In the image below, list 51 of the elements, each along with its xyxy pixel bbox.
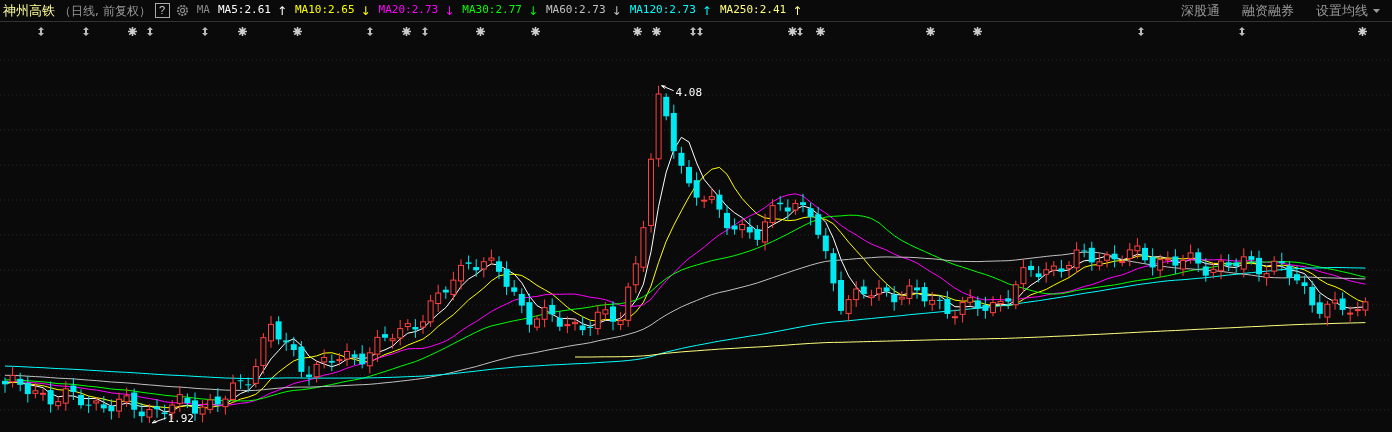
settings-icon[interactable] — [175, 4, 189, 17]
event-arrow-icon[interactable] — [422, 27, 428, 36]
event-star-icon[interactable] — [128, 27, 137, 36]
trend-arrow: ↑ — [276, 2, 287, 20]
event-arrow-icon[interactable] — [367, 27, 373, 36]
moving-average-value: MA120:2.73 — [629, 2, 696, 19]
event-arrow-icon[interactable] — [697, 27, 703, 36]
moving-average-value: MA60:2.73 — [545, 2, 606, 19]
event-star-icon[interactable] — [476, 27, 485, 36]
help-button[interactable]: ? — [154, 3, 170, 18]
event-arrow-icon[interactable] — [202, 27, 208, 36]
chart-mode-label: （日线, 前复权） — [59, 2, 151, 20]
event-star-icon[interactable] — [531, 27, 540, 36]
event-star-icon[interactable] — [633, 27, 642, 36]
moving-average-value: MA20:2.73 — [378, 2, 439, 19]
price-low-label: 1.92 — [167, 411, 194, 425]
moving-average-value: MA30:2.77 — [462, 2, 522, 19]
stock-title: 神州高铁 — [3, 1, 55, 20]
trend-arrow: ↓ — [611, 2, 622, 20]
moving-average-value: MA5:2.61 — [217, 2, 271, 19]
trend-arrow: ↓ — [360, 2, 371, 20]
toolbar-link[interactable]: 融资融券 — [1242, 0, 1294, 21]
caret-icon — [1373, 8, 1380, 13]
event-star-icon[interactable] — [402, 27, 411, 36]
trend-arrow: ↓ — [444, 2, 455, 20]
event-star-icon[interactable] — [238, 27, 247, 36]
settings-dropdown[interactable]: 设置均线 — [1316, 0, 1380, 21]
event-arrow-icon[interactable] — [38, 27, 44, 36]
event-star-icon[interactable] — [973, 27, 982, 36]
event-star-icon[interactable] — [788, 27, 797, 36]
moving-average-value: MA250:2.41 — [719, 2, 787, 19]
leader-line — [151, 417, 167, 424]
event-arrow-icon[interactable] — [83, 27, 89, 36]
indicator-label: MA — [196, 2, 210, 19]
toolbar-link[interactable]: 深股通 — [1181, 0, 1220, 21]
event-star-icon[interactable] — [293, 27, 302, 36]
event-arrow-icon[interactable] — [690, 27, 696, 36]
event-star-icon[interactable] — [1358, 27, 1367, 36]
trend-arrow: ↓ — [527, 2, 538, 20]
price-high-label: 4.08 — [675, 85, 703, 99]
event-star-icon[interactable] — [816, 27, 825, 36]
trend-arrow: ↑ — [792, 2, 803, 20]
event-arrow-icon[interactable] — [1138, 27, 1144, 36]
trend-arrow: ↑ — [701, 2, 712, 20]
event-star-icon[interactable] — [652, 27, 661, 36]
event-star-icon[interactable] — [926, 27, 935, 36]
event-arrow-icon[interactable] — [147, 27, 153, 36]
event-arrow-icon[interactable] — [797, 27, 803, 36]
leader-line — [661, 85, 675, 92]
event-arrow-icon[interactable] — [1239, 27, 1245, 36]
moving-average-value: MA10:2.65 — [294, 2, 355, 19]
